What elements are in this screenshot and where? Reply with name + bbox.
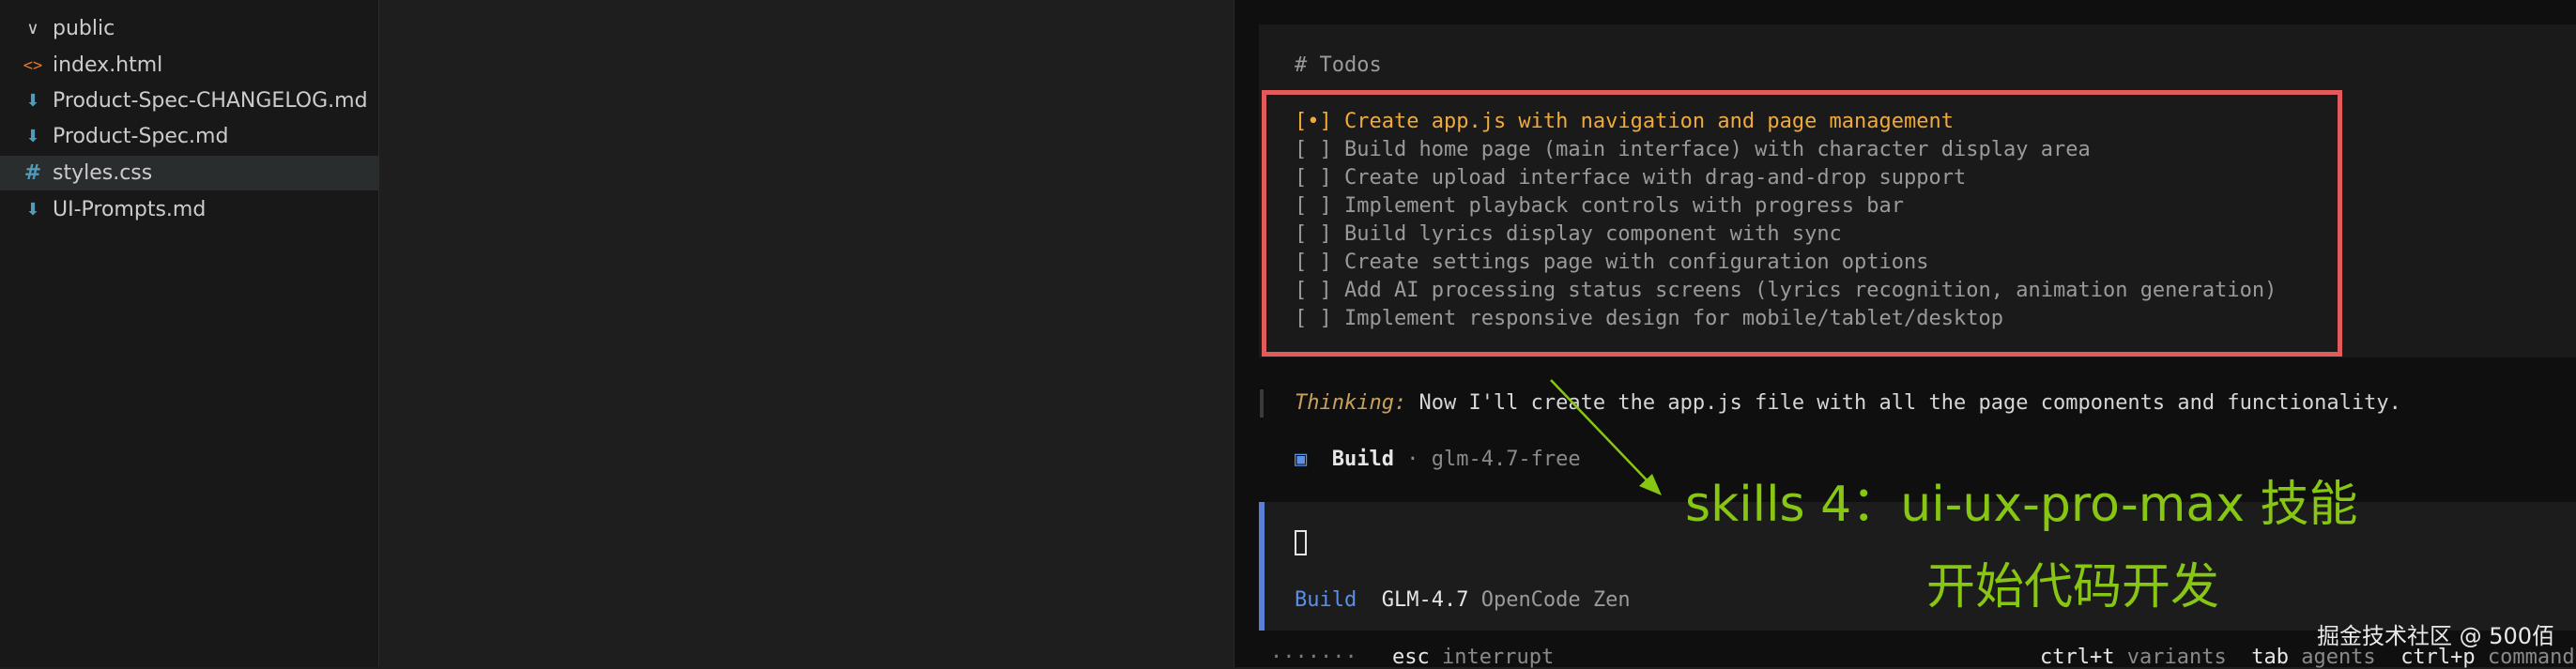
watermark: 掘金技术社区 @ 500佰 (2317, 623, 2555, 649)
annotation-title: skills 4：ui-ux-pro-max 技能 (1685, 477, 2358, 533)
annotation-subtitle: 开始代码开发 (1926, 559, 2220, 616)
